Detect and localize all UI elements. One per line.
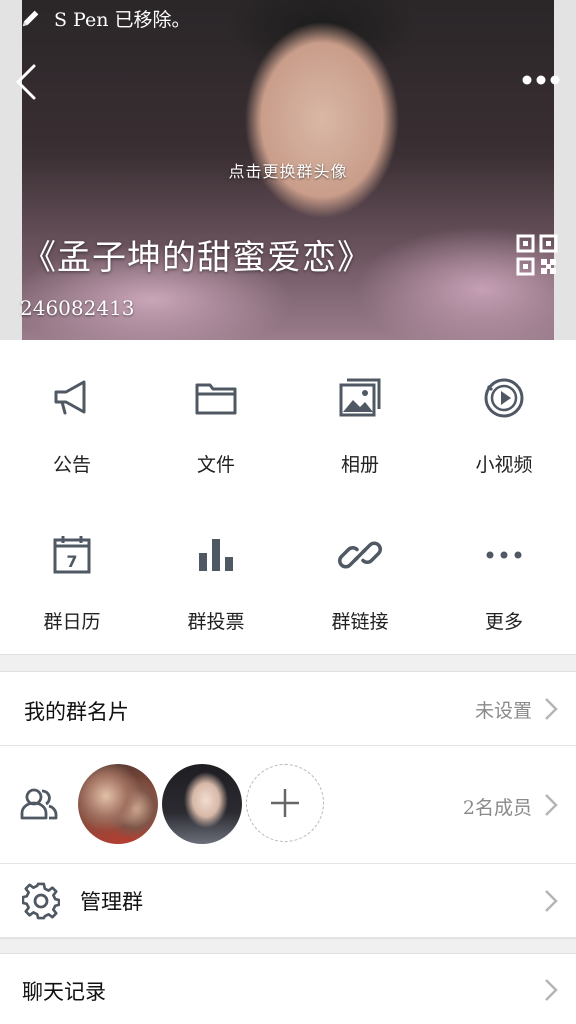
member-count: 2名成员 bbox=[462, 797, 532, 819]
chevron-right-icon bbox=[545, 979, 558, 1001]
manage-group-row[interactable]: 管理群 bbox=[0, 864, 576, 938]
group-name: 《孟子坤的甜蜜爱恋》 bbox=[22, 238, 372, 278]
group-id: 246082413 bbox=[20, 296, 135, 320]
grid-item-label: 更多 bbox=[484, 611, 523, 633]
grid-item-files[interactable]: 文件 bbox=[144, 340, 288, 497]
photo-album-icon bbox=[339, 378, 381, 417]
ellipsis-icon bbox=[486, 551, 522, 559]
grid-item-label: 小视频 bbox=[475, 454, 533, 476]
grid-item-short-video[interactable]: 小视频 bbox=[432, 340, 576, 497]
grid-item-label: 群日历 bbox=[43, 611, 101, 633]
my-group-card-title: 我的群名片 bbox=[24, 700, 129, 724]
chevron-right-icon bbox=[545, 794, 558, 816]
grid-item-link[interactable]: 群链接 bbox=[288, 497, 432, 654]
plus-icon bbox=[271, 789, 299, 817]
link-icon bbox=[338, 541, 382, 569]
bar-chart-icon bbox=[199, 539, 233, 571]
grid-item-calendar[interactable]: 7 群日历 bbox=[0, 497, 144, 654]
grid-item-vote[interactable]: 群投票 bbox=[144, 497, 288, 654]
grid-item-label: 公告 bbox=[52, 454, 91, 476]
calendar-icon: 7 bbox=[53, 536, 91, 574]
section-divider bbox=[0, 654, 576, 672]
grid-item-label: 群投票 bbox=[187, 611, 245, 633]
gear-icon bbox=[22, 882, 60, 920]
section-divider bbox=[0, 938, 576, 954]
member-avatar[interactable] bbox=[162, 764, 242, 844]
more-options-icon[interactable] bbox=[518, 68, 564, 92]
megaphone-icon bbox=[54, 380, 86, 415]
manage-group-title: 管理群 bbox=[80, 890, 143, 914]
add-member-button[interactable] bbox=[246, 764, 324, 842]
change-avatar-link[interactable]: 点击更换群头像 bbox=[0, 158, 576, 182]
grid-item-announcement[interactable]: 公告 bbox=[0, 340, 144, 497]
group-header: S Pen 已移除。 点击更换群头像 《孟子坤的甜蜜爱恋》 246082413 bbox=[0, 0, 576, 340]
grid-item-more[interactable]: 更多 bbox=[432, 497, 576, 654]
qr-code-icon[interactable] bbox=[516, 234, 558, 276]
video-icon bbox=[484, 378, 524, 418]
grid-item-album[interactable]: 相册 bbox=[288, 340, 432, 497]
status-bar: S Pen 已移除。 bbox=[0, 0, 576, 36]
function-grid: 公告 文件 相册 小视频 7 群日历 群投票 群链接 更多 bbox=[0, 340, 576, 654]
member-avatar[interactable] bbox=[78, 764, 158, 844]
grid-item-label: 文件 bbox=[196, 454, 235, 476]
folder-icon bbox=[195, 383, 237, 415]
my-group-card-value: 未设置 bbox=[474, 700, 532, 722]
my-group-card-row[interactable]: 我的群名片 未设置 bbox=[0, 672, 576, 746]
members-row[interactable]: 2名成员 bbox=[0, 746, 576, 864]
grid-item-label: 群链接 bbox=[331, 611, 389, 633]
chat-history-row[interactable]: 聊天记录 bbox=[0, 954, 576, 1024]
grid-item-label: 相册 bbox=[340, 454, 379, 476]
pen-icon bbox=[22, 10, 39, 27]
back-arrow-icon[interactable] bbox=[10, 60, 46, 104]
chevron-right-icon bbox=[545, 698, 558, 720]
status-bar-text: S Pen 已移除。 bbox=[54, 8, 191, 31]
members-icon bbox=[20, 788, 58, 820]
chat-history-title: 聊天记录 bbox=[22, 980, 106, 1004]
chevron-right-icon bbox=[545, 890, 558, 912]
calendar-day-number: 7 bbox=[66, 552, 77, 571]
